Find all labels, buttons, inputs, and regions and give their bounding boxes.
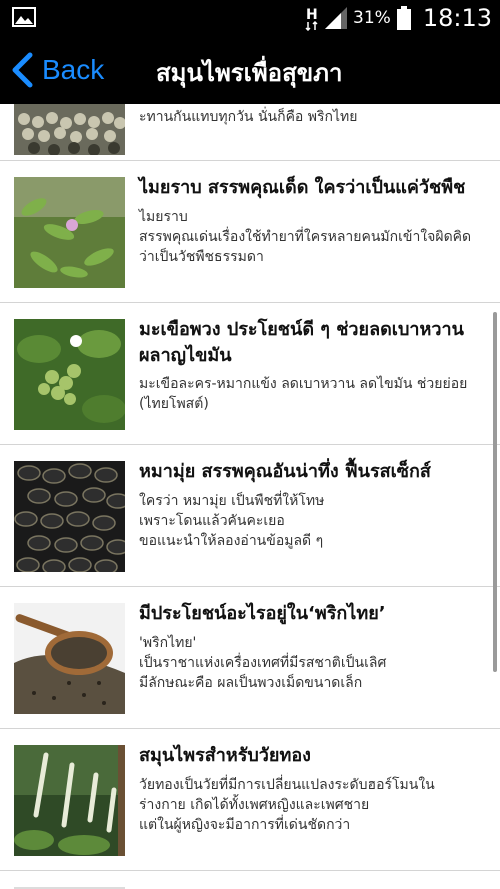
list-item[interactable]: มะเขือพวง ประโยชน์ดี ๆ ช่วยลดเบาหวาน ผลา… (0, 303, 500, 445)
list-item-description: ใครว่า หมามุ่ย เป็นพืชที่ให้โทษ เพราะโดน… (139, 493, 325, 549)
pea-eggplant-thumbnail (14, 319, 125, 430)
list-item-title: หมามุ่ย สรรพคุณอันน่าทึ่ง ฟื้นรสเซ็กส์ (139, 461, 431, 482)
back-label: Back (42, 54, 105, 85)
status-icons: H 31% 18:13 (305, 0, 492, 36)
battery-percent: 31% (353, 8, 391, 28)
clock: 18:13 (422, 4, 492, 32)
list-item-partial[interactable] (0, 871, 500, 889)
scrollbar[interactable] (493, 312, 497, 672)
list-item-title: มีประโยชน์อะไรอยู่ใน‘พริกไทย’ (139, 603, 386, 624)
list-item-description: 'พริกไทย' เป็นราชาแห่งเครื่องเทศที่มีรสช… (139, 635, 387, 691)
list-item[interactable]: ไมยราบ สรรพคุณเด็ด ใครว่าเป็นแค่วัชพืช ไ… (0, 161, 500, 303)
network-type-icon: H (305, 7, 318, 31)
status-bar: H 31% 18:13 (0, 0, 500, 36)
signal-icon (325, 7, 348, 29)
list-item-description: วัยทองเป็นวัยที่มีการเปลี่ยนแปลงระดับฮอร… (139, 777, 435, 833)
list-item-description: ะทานกันแทบทุกวัน นั่นก็คือ พริกไทย (139, 109, 358, 125)
black-cohosh-thumbnail (14, 745, 125, 856)
battery-icon (396, 6, 411, 30)
network-type-label: H (306, 7, 318, 23)
article-list[interactable]: ะทานกันแทบทุกวัน นั่นก็คือ พริกไทย ไมยรา… (0, 104, 500, 889)
list-item-title: มะเขือพวง ประโยชน์ดี ๆ ช่วยลดเบาหวาน ผลา… (139, 319, 464, 366)
mimosa-thumbnail (14, 177, 125, 288)
list-item[interactable]: สมุนไพรสำหรับวัยทอง วัยทองเป็นวัยที่มีกา… (0, 729, 500, 871)
list-item-partial[interactable]: ะทานกันแทบทุกวัน นั่นก็คือ พริกไทย (0, 104, 500, 161)
gallery-notification-icon (12, 7, 36, 27)
list-item-description: ไมยราบ สรรพคุณเด่นเรื่องใช้ทำยาที่ใครหลา… (139, 209, 472, 265)
app-header: Back สมุนไพรเพื่อสุขภา (0, 36, 500, 104)
ground-pepper-spoon-thumbnail (14, 603, 125, 714)
list-item-title: สมุนไพรสำหรับวัยทอง (139, 745, 311, 766)
velvet-bean-seeds-thumbnail (14, 461, 125, 572)
pepper-seeds-thumbnail (14, 104, 125, 155)
list-item[interactable]: หมามุ่ย สรรพคุณอันน่าทึ่ง ฟื้นรสเซ็กส์ ใ… (0, 445, 500, 587)
list-item-title: ไมยราบ สรรพคุณเด็ด ใครว่าเป็นแค่วัชพืช (139, 177, 466, 198)
page-title: สมุนไพรเพื่อสุขภา (156, 59, 343, 87)
back-button[interactable]: Back (10, 48, 104, 92)
list-item[interactable]: มีประโยชน์อะไรอยู่ใน‘พริกไทย’ 'พริกไทย' … (0, 587, 500, 729)
chevron-left-icon (12, 52, 33, 88)
list-item-description: มะเขือละคร-หมากแข้ง ลดเบาหวาน ลดไขมัน ช่… (139, 376, 468, 412)
